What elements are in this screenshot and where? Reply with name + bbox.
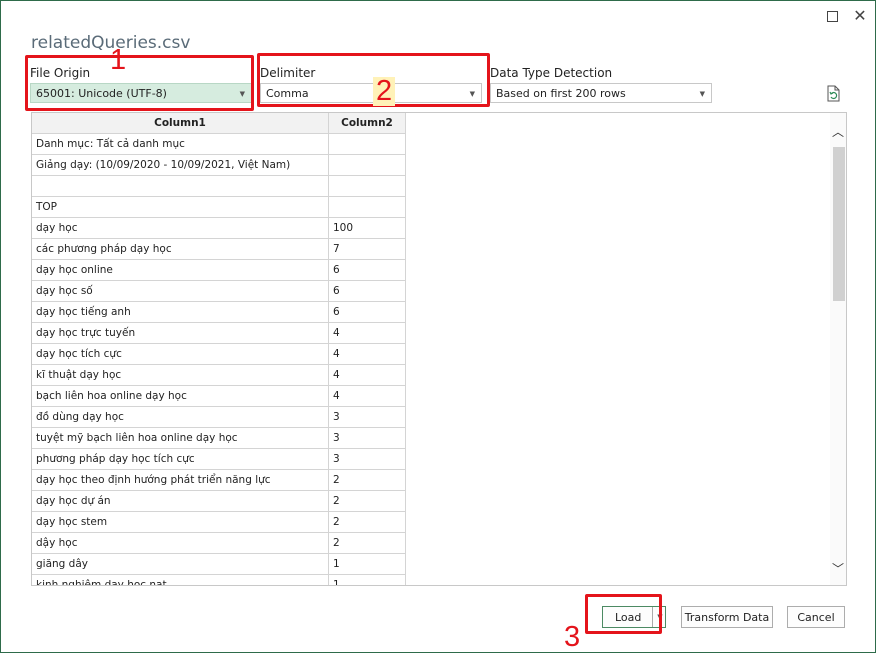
cell-column2 — [328, 154, 406, 176]
data-type-detection-value: Based on first 200 rows — [496, 87, 626, 100]
refresh-icon[interactable] — [827, 85, 841, 102]
cell-column2: 6 — [328, 259, 406, 281]
close-button[interactable]: ✕ — [851, 7, 869, 25]
cell-column1: dạy học tích cực — [32, 343, 329, 365]
preview-table: Column1 Column2 Danh mục: Tất cả danh mụ… — [32, 113, 406, 585]
annotation-number-1: 1 — [110, 44, 127, 76]
annotation-number-2: 2 — [373, 77, 396, 106]
table-row: dạy học tiếng anh 6 — [32, 301, 406, 323]
cell-column1 — [32, 175, 329, 197]
cell-column1: dạy học số — [32, 280, 329, 302]
cell-column1: Giảng dạy: (10/09/2020 - 10/09/2021, Việ… — [32, 154, 329, 176]
table-row: TOP — [32, 196, 406, 218]
cell-column1: dạy học online — [32, 259, 329, 281]
cell-column2: 2 — [328, 490, 406, 512]
table-row: Giảng dạy: (10/09/2020 - 10/09/2021, Việ… — [32, 154, 406, 176]
vertical-scrollbar[interactable]: ︿ ﹀ — [830, 113, 846, 585]
cell-column1: các phương pháp dạy học — [32, 238, 329, 260]
scrollbar-thumb[interactable] — [833, 147, 845, 301]
cell-column1: dạy học stem — [32, 511, 329, 533]
table-row: tuyệt mỹ bạch liên hoa online dạy học 3 — [32, 427, 406, 449]
cell-column1: TOP — [32, 196, 329, 218]
cell-column2: 2 — [328, 511, 406, 533]
chevron-up-icon[interactable]: ︿ — [830, 123, 846, 140]
cell-column2: 4 — [328, 322, 406, 344]
chevron-down-icon[interactable]: ﹀ — [830, 560, 846, 577]
cell-column1: dạy học dự án — [32, 490, 329, 512]
table-row: bạch liên hoa online dạy học 4 — [32, 385, 406, 407]
cell-column1: dạy học theo định hướng phát triển năng … — [32, 469, 329, 491]
maximize-icon — [826, 11, 838, 22]
data-preview: Column1 Column2 Danh mục: Tất cả danh mụ… — [31, 112, 847, 586]
cell-column1: đồ dùng dạy học — [32, 406, 329, 428]
cell-column2 — [328, 133, 406, 155]
data-type-detection-dropdown[interactable]: Based on first 200 rows ▼ — [490, 83, 712, 103]
cell-column1: dạy học tiếng anh — [32, 301, 329, 323]
column-header[interactable]: Column1 — [32, 113, 329, 134]
table-row: kinh nghiệm dạy học nat 1 — [32, 574, 406, 585]
transform-data-button[interactable]: Transform Data — [681, 606, 773, 628]
cell-column2: 6 — [328, 280, 406, 302]
cell-column1: Danh mục: Tất cả danh mục — [32, 133, 329, 155]
cell-column2: 3 — [328, 427, 406, 449]
table-row: phương pháp dạy học tích cực 3 — [32, 448, 406, 470]
close-icon: ✕ — [853, 6, 867, 25]
annotation-box-3 — [585, 594, 662, 634]
table-row: các phương pháp dạy học 7 — [32, 238, 406, 260]
table-row — [32, 175, 406, 197]
cell-column1: dạy học — [32, 217, 329, 239]
cell-column2: 4 — [328, 385, 406, 407]
cell-column1: tuyệt mỹ bạch liên hoa online dạy học — [32, 427, 329, 449]
cancel-button[interactable]: Cancel — [787, 606, 845, 628]
chevron-down-icon: ▼ — [699, 90, 705, 98]
table-row: dạy học tích cực 4 — [32, 343, 406, 365]
cell-column1: kinh nghiệm dạy học nat — [32, 574, 329, 585]
cell-column2 — [328, 196, 406, 218]
cell-column1: kĩ thuật dạy học — [32, 364, 329, 386]
table-row: giăng dây 1 — [32, 553, 406, 575]
column-header[interactable]: Column2 — [328, 113, 406, 134]
table-row: kĩ thuật dạy học 4 — [32, 364, 406, 386]
table-row: dạy học stem 2 — [32, 511, 406, 533]
cell-column2: 3 — [328, 406, 406, 428]
table-row: dạy học theo định hướng phát triển năng … — [32, 469, 406, 491]
table-row: dạy học trực tuyến 4 — [32, 322, 406, 344]
table-row: dạy học dự án 2 — [32, 490, 406, 512]
annotation-number-3: 3 — [564, 621, 581, 653]
cell-column2: 2 — [328, 469, 406, 491]
data-type-detection-label: Data Type Detection — [490, 66, 613, 80]
table-row: Danh mục: Tất cả danh mục — [32, 133, 406, 155]
maximize-button[interactable] — [823, 7, 841, 25]
cell-column2: 3 — [328, 448, 406, 470]
table-row: đồ dùng dạy học 3 — [32, 406, 406, 428]
table-row: dậy học 2 — [32, 532, 406, 554]
cell-column2: 4 — [328, 364, 406, 386]
table-row: dạy học số 6 — [32, 280, 406, 302]
preview-rows: Danh mục: Tất cả danh mục Giảng dạy: (10/… — [32, 133, 406, 585]
cell-column2: 2 — [328, 532, 406, 554]
cell-column2: 6 — [328, 301, 406, 323]
dialog-window: ✕ relatedQueries.csv File Origin 65001: … — [0, 0, 876, 653]
cell-column2: 1 — [328, 574, 406, 585]
cell-column2: 100 — [328, 217, 406, 239]
cell-column2: 1 — [328, 553, 406, 575]
cell-column1: phương pháp dạy học tích cực — [32, 448, 329, 470]
cell-column1: dạy học trực tuyến — [32, 322, 329, 344]
cell-column2 — [328, 175, 406, 197]
cell-column2: 4 — [328, 343, 406, 365]
annotation-box-1 — [25, 55, 254, 111]
cell-column1: dậy học — [32, 532, 329, 554]
table-row: dạy học 100 — [32, 217, 406, 239]
cell-column1: giăng dây — [32, 553, 329, 575]
table-row: dạy học online 6 — [32, 259, 406, 281]
cell-column1: bạch liên hoa online dạy học — [32, 385, 329, 407]
cell-column2: 7 — [328, 238, 406, 260]
